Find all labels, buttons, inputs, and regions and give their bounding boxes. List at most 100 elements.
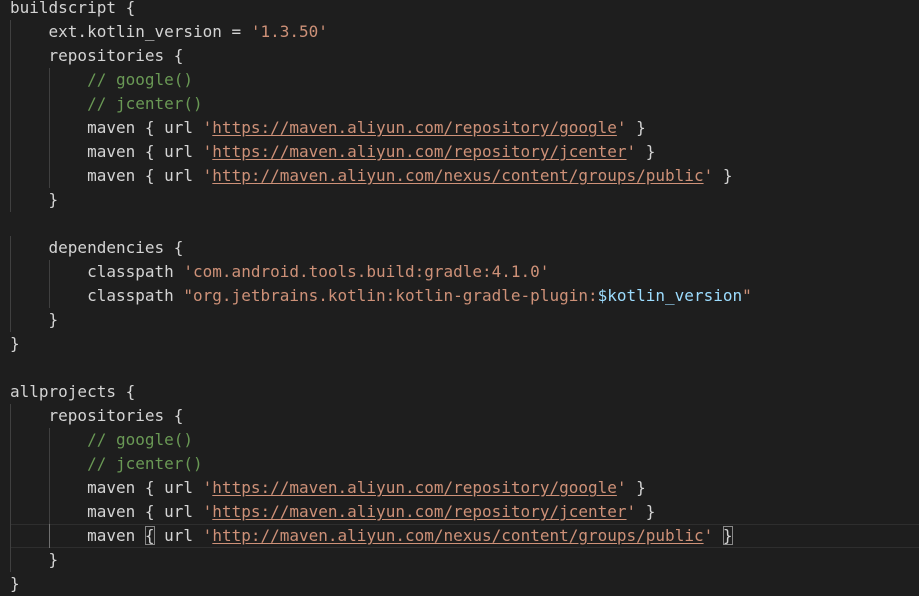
- indent-guide: [10, 308, 49, 332]
- code-token: dependencies {: [48, 238, 184, 257]
- string-token: ': [616, 118, 627, 137]
- code-line[interactable]: maven { url 'https://maven.aliyun.com/re…: [10, 500, 919, 524]
- indent-guide: [10, 236, 49, 260]
- code-token: url: [154, 526, 203, 545]
- code-line[interactable]: // jcenter(): [10, 92, 919, 116]
- indent-guide: [49, 524, 88, 548]
- code-token: maven { url: [87, 118, 203, 137]
- code-line[interactable]: repositories {: [10, 404, 919, 428]
- code-token: }: [713, 166, 733, 185]
- code-token: }: [626, 118, 646, 137]
- code-line[interactable]: repositories {: [10, 44, 919, 68]
- indent-guide: [10, 524, 49, 548]
- code-token: buildscript {: [10, 0, 136, 17]
- indent-guide: [10, 428, 49, 452]
- code-line[interactable]: maven { url 'https://maven.aliyun.com/re…: [10, 140, 919, 164]
- indent-guide: [10, 92, 49, 116]
- code-line[interactable]: maven { url 'http://maven.aliyun.com/nex…: [10, 164, 919, 188]
- code-area[interactable]: buildscript { ext.kotlin_version = '1.3.5…: [10, 0, 919, 596]
- url-link[interactable]: https://maven.aliyun.com/repository/jcen…: [212, 142, 626, 161]
- code-line[interactable]: [10, 356, 919, 380]
- string-token: "org.jetbrains.kotlin:kotlin-gradle-plug…: [183, 286, 598, 305]
- code-line-current[interactable]: maven { url 'http://maven.aliyun.com/nex…: [10, 524, 919, 548]
- string-token: ": [742, 286, 752, 305]
- url-link[interactable]: http://maven.aliyun.com/nexus/content/gr…: [212, 166, 703, 185]
- code-token: maven { url: [87, 502, 203, 521]
- code-token: }: [48, 310, 59, 329]
- indent-guide: [10, 116, 49, 140]
- indent-guide: [49, 140, 88, 164]
- url-link[interactable]: https://maven.aliyun.com/repository/goog…: [212, 118, 617, 137]
- indent-guide: [10, 68, 49, 92]
- code-line[interactable]: classpath 'com.android.tools.build:gradl…: [10, 260, 919, 284]
- string-token: '1.3.50': [250, 22, 328, 41]
- code-line[interactable]: classpath "org.jetbrains.kotlin:kotlin-g…: [10, 284, 919, 308]
- code-line[interactable]: dependencies {: [10, 236, 919, 260]
- indent-guide: [49, 164, 88, 188]
- variable-token: $kotlin_version: [597, 286, 743, 305]
- code-token: }: [636, 502, 656, 521]
- indent-guide: [10, 548, 49, 572]
- url-link[interactable]: https://maven.aliyun.com/repository/jcen…: [212, 502, 626, 521]
- code-line[interactable]: // google(): [10, 68, 919, 92]
- string-token: ': [626, 502, 637, 521]
- url-link[interactable]: http://maven.aliyun.com/nexus/content/gr…: [212, 526, 703, 545]
- indent-guide: [49, 68, 88, 92]
- code-line[interactable]: buildscript {: [10, 0, 919, 20]
- code-line[interactable]: [10, 212, 919, 236]
- string-token: ': [202, 142, 213, 161]
- indent-guide: [10, 476, 49, 500]
- code-editor[interactable]: buildscript { ext.kotlin_version = '1.3.5…: [0, 0, 919, 596]
- code-comment: // jcenter(): [87, 94, 203, 113]
- indent-guide: [10, 284, 49, 308]
- code-token: classpath: [87, 286, 184, 305]
- code-line[interactable]: }: [10, 332, 919, 356]
- indent-guide: [10, 404, 49, 428]
- string-token: ': [626, 142, 637, 161]
- indent-guide: [49, 92, 88, 116]
- code-token: }: [48, 190, 59, 209]
- code-token: maven: [87, 526, 145, 545]
- string-token: ': [202, 526, 213, 545]
- code-line[interactable]: ext.kotlin_version = '1.3.50': [10, 20, 919, 44]
- string-token: ': [202, 478, 213, 497]
- string-token: ': [703, 526, 714, 545]
- code-token: repositories {: [48, 46, 184, 65]
- code-token: maven { url: [87, 478, 203, 497]
- code-comment: // jcenter(): [87, 454, 203, 473]
- indent-guide: [10, 20, 49, 44]
- url-link[interactable]: https://maven.aliyun.com/repository/goog…: [212, 478, 617, 497]
- string-token: 'com.android.tools.build:gradle:4.1.0': [183, 262, 550, 281]
- indent-guide: [49, 260, 88, 284]
- string-token: ': [703, 166, 714, 185]
- code-comment: // google(): [87, 70, 194, 89]
- code-token: ext.kotlin_version =: [48, 22, 251, 41]
- indent-guide: [49, 116, 88, 140]
- code-token: }: [10, 334, 20, 353]
- indent-guide: [49, 500, 88, 524]
- code-line[interactable]: }: [10, 188, 919, 212]
- indent-guide: [10, 452, 49, 476]
- code-line[interactable]: maven { url 'https://maven.aliyun.com/re…: [10, 476, 919, 500]
- string-token: ': [202, 502, 213, 521]
- string-token: ': [616, 478, 627, 497]
- code-line[interactable]: }: [10, 572, 919, 596]
- code-token: }: [48, 550, 59, 569]
- code-line[interactable]: // jcenter(): [10, 452, 919, 476]
- indent-guide: [10, 500, 49, 524]
- code-line[interactable]: maven { url 'https://maven.aliyun.com/re…: [10, 116, 919, 140]
- indent-guide: [49, 476, 88, 500]
- code-token: }: [626, 478, 646, 497]
- code-token: }: [636, 142, 656, 161]
- string-token: ': [202, 166, 213, 185]
- code-line[interactable]: }: [10, 548, 919, 572]
- code-token: repositories {: [48, 406, 184, 425]
- code-line[interactable]: // google(): [10, 428, 919, 452]
- code-line[interactable]: allprojects {: [10, 380, 919, 404]
- code-token: }: [10, 574, 20, 593]
- code-line[interactable]: }: [10, 308, 919, 332]
- indent-guide: [49, 428, 88, 452]
- code-token: maven { url: [87, 166, 203, 185]
- string-token: ': [202, 118, 213, 137]
